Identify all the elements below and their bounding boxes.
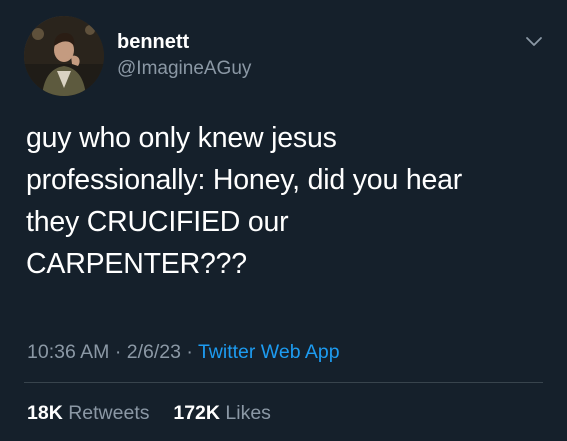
avatar-photo-icon bbox=[24, 16, 104, 96]
tweet-card: bennett @ImagineAGuy guy who only knew j… bbox=[0, 0, 567, 441]
likes-count: 172K bbox=[173, 402, 220, 424]
tweet-text-line: guy who only knew jesus bbox=[26, 122, 337, 154]
tweet-text: guy who only knew jesus professionally: … bbox=[26, 117, 546, 285]
retweets-label: Retweets bbox=[68, 402, 150, 424]
tweet-text-line: CARPENTER??? bbox=[26, 248, 247, 280]
meta-separator: · bbox=[186, 341, 193, 363]
tweet-text-line: they CRUCIFIED our bbox=[26, 206, 289, 238]
tweet-time[interactable]: 10:36 AM bbox=[27, 341, 109, 363]
tweet-date[interactable]: 2/6/23 bbox=[127, 341, 181, 363]
retweets-count: 18K bbox=[27, 402, 63, 424]
likes-stat[interactable]: 172K Likes bbox=[173, 402, 271, 424]
tweet-source-link[interactable]: Twitter Web App bbox=[198, 341, 340, 363]
divider bbox=[24, 382, 543, 383]
display-name[interactable]: bennett bbox=[117, 31, 189, 53]
user-handle[interactable]: @ImagineAGuy bbox=[117, 58, 251, 80]
retweets-stat[interactable]: 18K Retweets bbox=[27, 402, 155, 424]
tweet-stats: 18K Retweets 172K Likes bbox=[27, 401, 271, 425]
meta-separator: · bbox=[114, 341, 122, 363]
avatar[interactable] bbox=[24, 16, 104, 96]
tweet-metadata: 10:36 AM · 2/6/23 · Twitter Web App bbox=[27, 340, 340, 364]
likes-label: Likes bbox=[225, 402, 271, 424]
chevron-down-icon[interactable] bbox=[521, 28, 547, 54]
tweet-text-line: professionally: Honey, did you hear bbox=[26, 164, 463, 196]
